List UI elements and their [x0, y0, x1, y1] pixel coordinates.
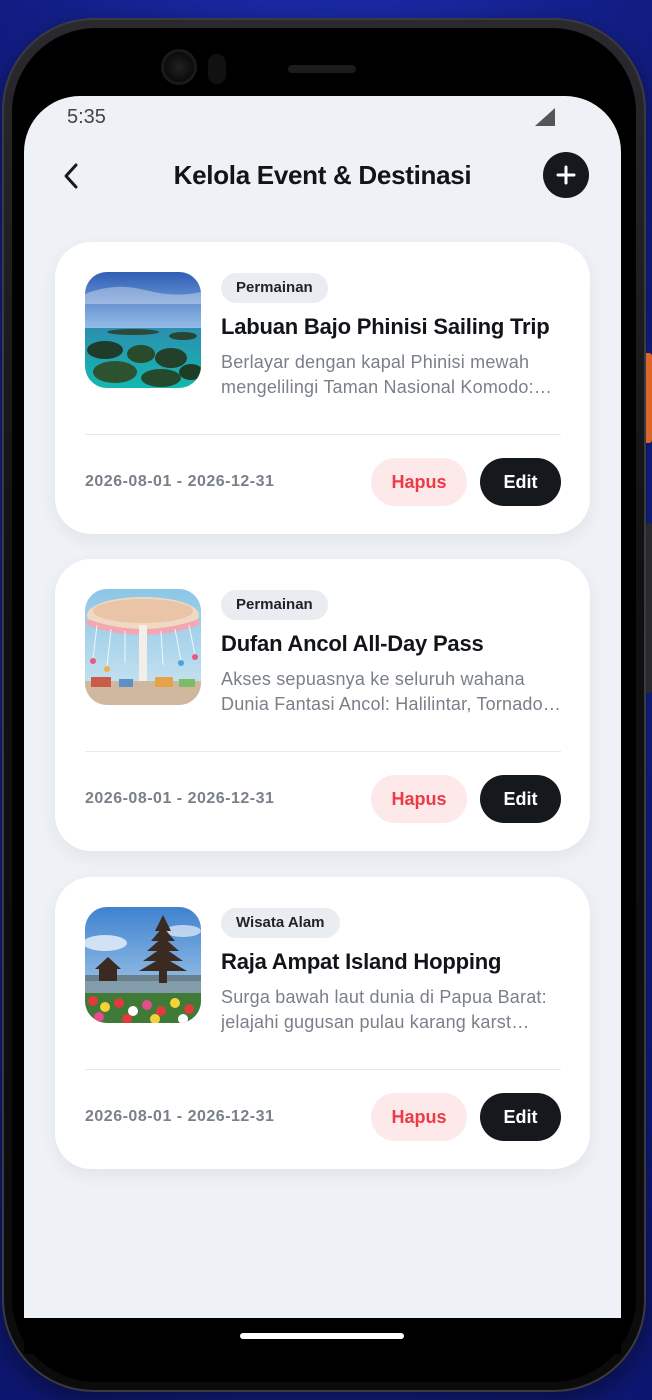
event-date-range: 2026-08-01 - 2026-12-31 [85, 790, 275, 807]
event-description: Akses sepuasnya ke seluruh wahana Dunia … [221, 669, 549, 714]
edit-button[interactable]: Edit [480, 775, 561, 823]
add-event-button[interactable] [543, 152, 589, 198]
earpiece-speaker [288, 65, 356, 73]
card-divider [85, 434, 561, 435]
event-card[interactable]: Wisata Alam Raja Ampat Island Hopping Su… [55, 877, 590, 1169]
temple-pagoda-photo [85, 907, 201, 1023]
delete-button[interactable]: Hapus [371, 1093, 467, 1141]
event-date-range: 2026-08-01 - 2026-12-31 [85, 473, 275, 490]
carousel-ride-photo [85, 589, 201, 705]
event-thumbnail [85, 907, 201, 1023]
app-screen: 5:35 Kelola Event & Destinasi Permainan … [24, 96, 621, 1318]
category-badge: Wisata Alam [221, 908, 340, 938]
card-divider [85, 1069, 561, 1070]
delete-button[interactable]: Hapus [371, 775, 467, 823]
category-badge: Permainan [221, 590, 328, 620]
plus-icon [556, 165, 576, 185]
event-card[interactable]: Permainan Labuan Bajo Phinisi Sailing Tr… [55, 242, 590, 534]
edit-button[interactable]: Edit [480, 1093, 561, 1141]
volume-button [646, 523, 652, 693]
event-thumbnail [85, 589, 201, 705]
event-title: Labuan Bajo Phinisi Sailing Trip [221, 314, 550, 339]
event-description: Berlayar dengan kapal Phinisi mewah meng… [221, 352, 534, 397]
event-thumbnail [85, 272, 201, 388]
proximity-sensor [208, 54, 226, 84]
app-header: Kelola Event & Destinasi [24, 152, 621, 200]
power-button [646, 353, 652, 443]
event-date-range: 2026-08-01 - 2026-12-31 [85, 1108, 275, 1125]
event-title: Dufan Ancol All-Day Pass [221, 631, 484, 656]
cellular-signal-icon [535, 108, 555, 126]
front-camera [164, 52, 194, 82]
page-title: Kelola Event & Destinasi [173, 160, 472, 190]
home-indicator[interactable] [240, 1333, 404, 1339]
islands-photo [85, 272, 201, 388]
edit-button[interactable]: Edit [480, 458, 561, 506]
card-divider [85, 751, 561, 752]
category-badge: Permainan [221, 273, 328, 303]
delete-button[interactable]: Hapus [371, 458, 467, 506]
event-card[interactable]: Permainan Dufan Ancol All-Day Pass Akses… [55, 559, 590, 851]
event-description: Surga bawah laut dunia di Papua Barat: j… [221, 987, 547, 1032]
event-title: Raja Ampat Island Hopping [221, 949, 502, 974]
status-time: 5:35 [67, 106, 106, 128]
